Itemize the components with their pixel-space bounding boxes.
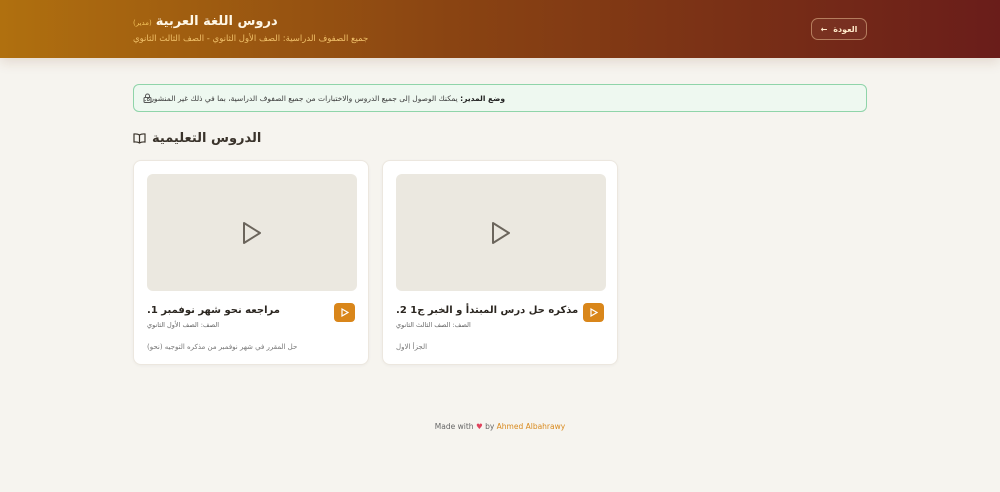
lesson-description: الجزأ الاول xyxy=(396,343,428,351)
arrow-left-icon: ← xyxy=(820,24,828,34)
notice-bold: وضع المدير: xyxy=(460,93,506,103)
admin-notice: وضع المدير: يمكنك الوصول إلى جميع الدروس… xyxy=(133,84,867,112)
lesson-description: حل المقرر في شهر نوفمبر من مذكره التوجيه… xyxy=(147,343,298,351)
author-link[interactable]: Ahmed Albahrawy xyxy=(497,422,566,431)
play-icon xyxy=(340,308,349,317)
book-open-icon xyxy=(133,133,146,144)
footer-made-with: Made with xyxy=(434,422,474,431)
notice-text: يمكنك الوصول إلى جميع الدروس والاختبارات… xyxy=(144,93,461,103)
play-button[interactable] xyxy=(583,303,604,322)
role-badge: (مدير) xyxy=(133,19,152,27)
play-icon xyxy=(589,308,598,317)
lesson-card[interactable]: مذكره حل درس المبتدأ و الخبر ج1 2. الصف:… xyxy=(382,160,618,365)
header-titles: دروس اللغة العربية (مدير) جميع الصفوف ال… xyxy=(133,14,368,44)
play-icon xyxy=(492,221,510,244)
video-thumbnail[interactable] xyxy=(396,174,606,291)
lesson-title: مذكره حل درس المبتدأ و الخبر ج1 2. xyxy=(396,305,579,316)
play-button[interactable] xyxy=(334,303,355,322)
play-icon xyxy=(243,221,261,244)
lock-icon xyxy=(143,93,152,103)
page-subtitle: جميع الصفوف الدراسية: الصف الأول الثانوي… xyxy=(133,34,369,44)
section-heading: الدروس التعليمية xyxy=(133,131,261,146)
footer: Made with ♥ by Ahmed Albahrawy xyxy=(0,422,1000,431)
header: دروس اللغة العربية (مدير) جميع الصفوف ال… xyxy=(0,0,1000,58)
lesson-grade: الصف: الصف الأول الثانوي xyxy=(147,321,220,329)
video-thumbnail[interactable] xyxy=(147,174,357,291)
back-label: العودة xyxy=(833,24,858,34)
page-title: دروس اللغة العربية xyxy=(155,14,278,29)
lesson-title: مراجعه نحو شهر نوفمبر 1. xyxy=(147,305,280,316)
lesson-card[interactable]: مراجعه نحو شهر نوفمبر 1. الصف: الصف الأو… xyxy=(133,160,369,365)
footer-by: by xyxy=(485,422,495,431)
back-button[interactable]: ← العودة xyxy=(811,18,867,40)
lesson-grade: الصف: الصف الثالث الثانوي xyxy=(396,321,471,329)
heart-icon: ♥ xyxy=(475,422,483,431)
section-title: الدروس التعليمية xyxy=(152,131,262,146)
